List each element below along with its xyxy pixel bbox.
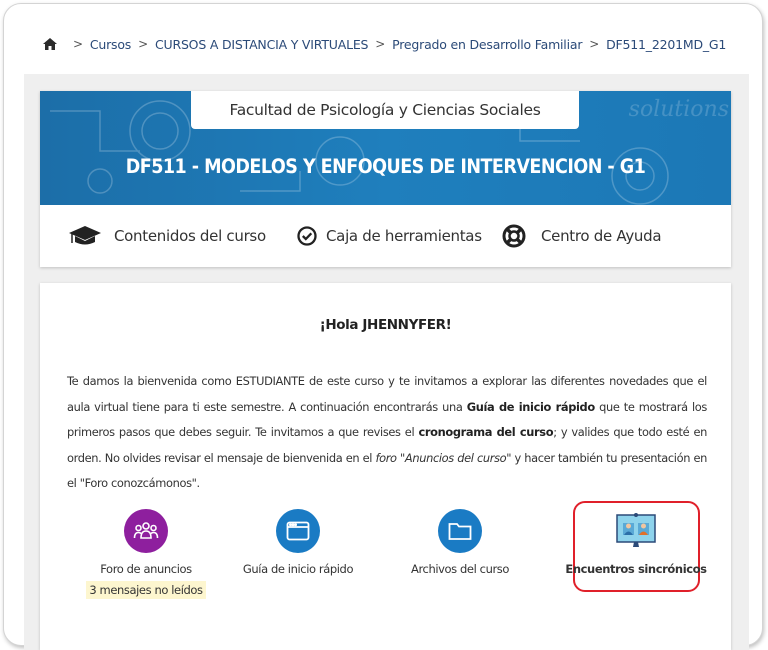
nav-contenidos[interactable]: Contenidos del curso [68, 225, 266, 247]
breadcrumb-item-distancia[interactable]: CURSOS A DISTANCIA Y VIRTUALES [155, 37, 368, 52]
welcome-text-italic: foro "Anuncios del curso" [375, 450, 512, 465]
video-meeting-icon [613, 509, 659, 553]
breadcrumb-separator: > [589, 37, 600, 51]
course-title: DF511 - MODELOS Y ENFOQUES DE INTERVENCI… [125, 155, 646, 178]
breadcrumb: > Cursos > CURSOS A DISTANCIA Y VIRTUALE… [42, 34, 726, 54]
life-ring-icon [502, 224, 526, 248]
nav-label: Contenidos del curso [114, 227, 266, 245]
tile-archivos[interactable]: Archivos del curso [385, 509, 535, 576]
browser-window-icon [276, 509, 320, 553]
nav-herramientas[interactable]: Caja de herramientas [297, 226, 482, 246]
folder-icon [438, 509, 482, 553]
home-icon[interactable] [42, 37, 58, 51]
greeting: ¡Hola JHENNYFER! [319, 317, 452, 333]
graduation-cap-icon [68, 225, 102, 247]
course-nav: Contenidos del curso Caja de herramienta… [40, 205, 731, 267]
check-circle-icon [297, 226, 317, 246]
users-group-icon [124, 509, 168, 553]
tile-foro-anuncios[interactable]: Foro de anuncios 3 mensajes no leídos [71, 509, 221, 599]
unread-badge: 3 mensajes no leídos [86, 581, 206, 599]
course-header-card: solutions Facultad de Psicología y Cienc… [40, 91, 731, 267]
tile-label: Foro de anuncios [100, 562, 192, 576]
nav-label: Centro de Ayuda [541, 227, 662, 245]
tile-encuentros-sincronicos[interactable]: Encuentros sincrónicos [561, 509, 711, 576]
course-banner: solutions Facultad de Psicología y Cienc… [40, 91, 731, 205]
tile-label: Encuentros sincrónicos [565, 562, 707, 576]
welcome-card: ¡Hola JHENNYFER! Te damos la bienvenida … [40, 283, 731, 650]
banner-watermark: solutions [628, 97, 729, 122]
welcome-text-bold: cronograma del curso [418, 425, 554, 439]
faculty-name: Facultad de Psicología y Ciencias Social… [191, 91, 579, 129]
tile-label: Archivos del curso [410, 562, 510, 576]
tile-label: Guía de inicio rápido [242, 562, 354, 576]
welcome-text-bold: Guía de inicio rápido [466, 399, 595, 414]
breadcrumb-item-course-code[interactable]: DF511_2201MD_G1 [606, 37, 726, 52]
breadcrumb-item-cursos[interactable]: Cursos [90, 37, 131, 52]
welcome-paragraph: Te damos la bienvenida como ESTUDIANTE d… [67, 369, 707, 497]
breadcrumb-separator: > [138, 37, 148, 51]
nav-ayuda[interactable]: Centro de Ayuda [502, 224, 662, 248]
nav-label: Caja de herramientas [326, 227, 482, 245]
breadcrumb-separator: > [375, 37, 386, 51]
tile-guia-inicio[interactable]: Guía de inicio rápido [223, 509, 373, 576]
breadcrumb-separator: > [73, 37, 83, 51]
breadcrumb-item-pregrado[interactable]: Pregrado en Desarrollo Familiar [392, 37, 582, 52]
